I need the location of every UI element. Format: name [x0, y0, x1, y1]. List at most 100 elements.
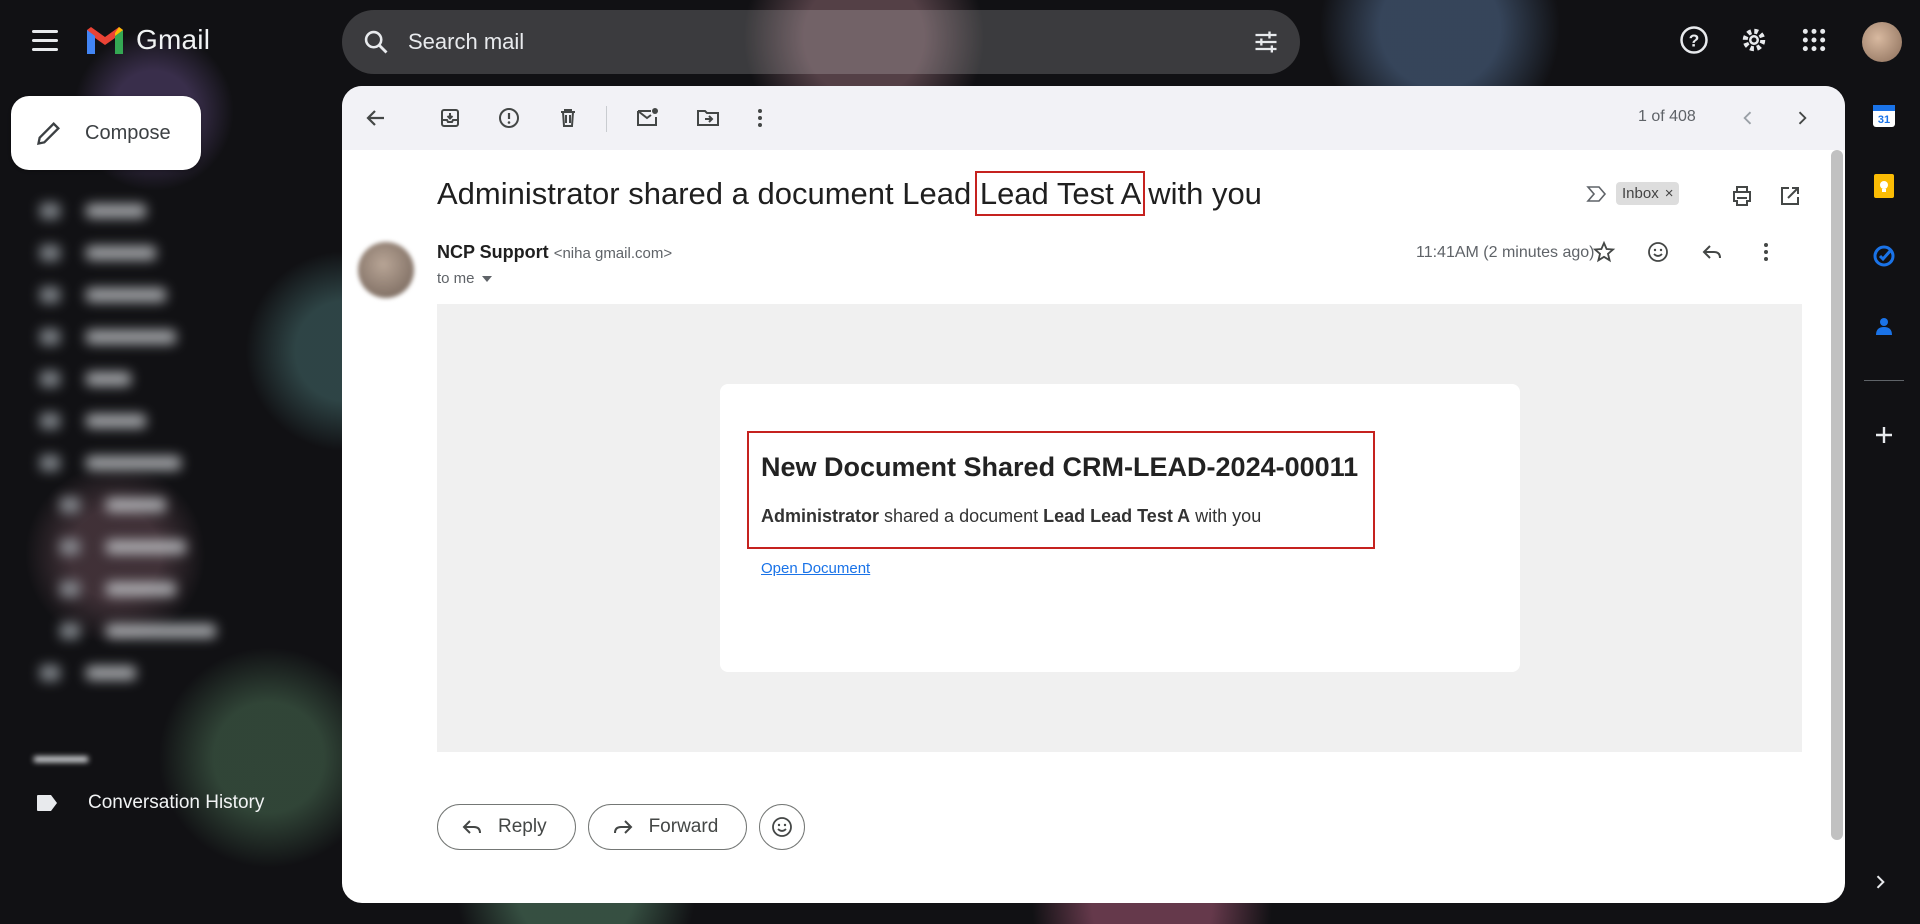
rail-divider	[1864, 380, 1904, 381]
search-options-icon[interactable]	[1252, 28, 1280, 56]
card-doc: Lead Lead Test A	[1043, 506, 1191, 526]
label-name: Conversation History	[88, 792, 265, 813]
sidebar-item[interactable]	[0, 232, 330, 274]
more-vert-icon	[1764, 243, 1768, 261]
tasks-app-button[interactable]	[1868, 240, 1900, 272]
svg-text:31: 31	[1878, 114, 1890, 126]
open-new-window-button[interactable]	[1774, 180, 1806, 212]
apps-button[interactable]	[1798, 24, 1830, 56]
gear-icon	[1742, 28, 1766, 52]
arrow-left-icon	[366, 110, 384, 126]
pencil-icon	[37, 122, 60, 145]
message-time: 11:41AM (2 minutes ago)	[1416, 244, 1595, 261]
remove-label-button[interactable]: ×	[1665, 185, 1674, 202]
toolbar-divider	[606, 106, 607, 132]
archive-icon	[441, 109, 459, 127]
help-icon: ?	[1680, 26, 1708, 54]
sender-avatar[interactable]	[358, 242, 414, 298]
newer-button[interactable]	[1732, 102, 1764, 134]
subject-highlight: Lead Test A	[974, 171, 1145, 216]
sidebar-item[interactable]	[0, 610, 330, 652]
sender-email: <niha gmail.com>	[553, 245, 673, 262]
more-button[interactable]	[744, 102, 776, 134]
menu-icon-line	[32, 48, 58, 51]
sidebar-item[interactable]	[0, 526, 330, 568]
inbox-label-chip: Inbox ×	[1616, 182, 1680, 205]
svg-text:?: ?	[1689, 30, 1700, 50]
star-button[interactable]	[1588, 236, 1620, 268]
smiley-icon	[772, 817, 793, 837]
settings-button[interactable]	[1738, 24, 1770, 56]
report-spam-button[interactable]	[493, 102, 525, 134]
sidebar-item[interactable]	[0, 568, 330, 610]
recipient-details-toggle[interactable]: to me	[437, 270, 493, 287]
gmail-logo[interactable]: Gmail	[84, 24, 210, 56]
reply-button[interactable]: Reply	[437, 804, 576, 850]
labels-heading-blurred: ▬▬▬	[34, 746, 88, 766]
emoji-react-button[interactable]	[1642, 236, 1674, 268]
gmail-m-icon	[87, 27, 123, 54]
forward-label: Forward	[648, 816, 719, 837]
mark-unread-icon	[637, 108, 658, 126]
reply-icon-button[interactable]	[1696, 236, 1728, 268]
card-text: Administrator shared a document Lead Lea…	[761, 506, 1261, 527]
card-heading: New Document Shared CRM-LEAD-2024-00011	[761, 452, 1359, 482]
subject-suffix: with you	[1148, 176, 1262, 211]
mark-unread-button[interactable]	[632, 102, 664, 134]
search-bar[interactable]	[342, 10, 1300, 74]
sidebar-item[interactable]	[0, 652, 330, 694]
sidebar-item[interactable]	[0, 274, 330, 316]
sidebar-item[interactable]	[0, 484, 330, 526]
reply-label: Reply	[498, 816, 547, 837]
help-button[interactable]: ?	[1678, 24, 1710, 56]
print-button[interactable]	[1726, 180, 1758, 212]
delete-button[interactable]	[552, 102, 584, 134]
show-side-panel-button[interactable]	[1870, 872, 1890, 897]
side-panel-rail: 31	[1860, 100, 1908, 451]
calendar-app-button[interactable]: 31	[1868, 100, 1900, 132]
sidebar-nav-blurred	[0, 190, 330, 710]
move-to-button[interactable]	[692, 102, 724, 134]
search-input[interactable]	[406, 28, 1252, 56]
highlight-box	[747, 431, 1375, 549]
contacts-app-button[interactable]	[1868, 310, 1900, 342]
sidebar-item[interactable]	[0, 316, 330, 358]
main-menu-button[interactable]	[32, 30, 58, 52]
chip-label: Inbox	[1622, 185, 1659, 202]
compose-button[interactable]: Compose	[11, 96, 201, 170]
importance-marker-icon[interactable]	[1586, 185, 1608, 203]
sidebar-item[interactable]	[0, 442, 330, 484]
caret-down-icon	[481, 275, 492, 282]
chevron-right-icon	[1798, 111, 1807, 125]
get-addons-button[interactable]	[1868, 419, 1900, 451]
star-icon	[1592, 240, 1616, 263]
plus-icon	[1876, 427, 1892, 443]
sender-name[interactable]: NCP Support	[437, 242, 549, 262]
sidebar-item[interactable]	[0, 358, 330, 400]
trash-icon	[561, 109, 575, 127]
open-in-new-icon	[1781, 187, 1799, 205]
open-document-link[interactable]: Open Document	[761, 560, 870, 577]
card-mid: shared a document	[879, 506, 1044, 526]
apps-grid-icon	[1802, 28, 1826, 52]
sidebar-item[interactable]	[0, 190, 330, 232]
back-button[interactable]	[360, 102, 392, 134]
account-avatar[interactable]	[1862, 22, 1902, 62]
sidebar-item[interactable]	[0, 400, 330, 442]
search-icon[interactable]	[362, 28, 390, 56]
emoji-reaction-button[interactable]	[759, 804, 806, 850]
forward-icon	[613, 820, 632, 834]
chevron-right-icon	[1876, 875, 1885, 889]
email-card: New Document Shared CRM-LEAD-2024-00011 …	[720, 384, 1520, 672]
keep-app-button[interactable]	[1868, 170, 1900, 202]
scrollbar[interactable]	[1831, 150, 1843, 840]
archive-button[interactable]	[434, 102, 466, 134]
more-vert-icon	[758, 109, 762, 127]
sidebar-label-conversation-history[interactable]: Conversation History	[36, 792, 264, 814]
forward-button[interactable]: Forward	[587, 804, 748, 850]
compose-label: Compose	[85, 121, 171, 144]
contacts-icon	[1876, 318, 1892, 335]
older-button[interactable]	[1786, 102, 1818, 134]
card-tail: with you	[1190, 506, 1262, 526]
message-more-button[interactable]	[1750, 236, 1782, 268]
